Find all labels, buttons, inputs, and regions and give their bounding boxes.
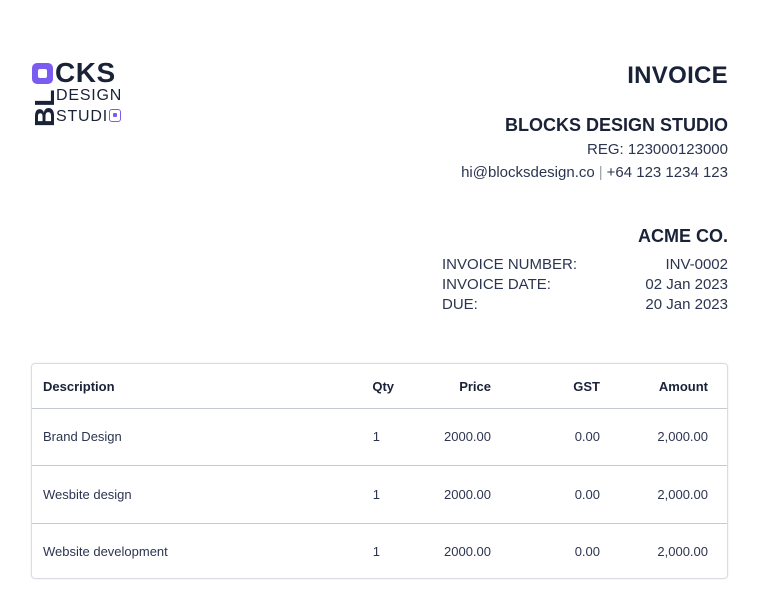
header-amount: Amount [658, 378, 708, 394]
contact-separator: | [598, 164, 603, 181]
cell-gst: 0.00 [574, 429, 600, 444]
header-gst: GST [573, 378, 600, 394]
company-email: hi@blocksdesign.co [461, 164, 595, 181]
company-contact: hi@blocksdesign.co | +64 123 1234 123 [461, 164, 728, 181]
invoice-meta: INVOICE NUMBER: INV-0002 INVOICE DATE: 0… [442, 255, 728, 315]
cell-description: Brand Design [43, 429, 122, 444]
logo-studio-label: STUDI [56, 108, 108, 125]
meta-value: INV-0002 [665, 256, 728, 273]
line-items-table: Description Qty Price GST Amount Brand D… [31, 363, 728, 579]
cell-amount: 2,000.00 [657, 429, 708, 444]
client-name: ACME CO. [638, 226, 728, 246]
meta-label: INVOICE NUMBER: [442, 256, 578, 273]
header-description: Description [43, 378, 115, 394]
meta-row-number: INVOICE NUMBER: INV-0002 [442, 255, 728, 275]
header-price: Price [459, 378, 491, 394]
cell-price: 2000.00 [444, 544, 491, 559]
logo-studio-text: STUDI [56, 109, 121, 125]
cell-price: 2000.00 [444, 487, 491, 502]
meta-value: 02 Jan 2023 [645, 276, 728, 293]
cell-description: Wesbite design [43, 487, 132, 502]
meta-row-date: INVOICE DATE: 02 Jan 2023 [442, 275, 728, 295]
table-row: Brand Design 1 2000.00 0.00 2,000.00 [32, 408, 727, 466]
cell-qty: 1 [372, 544, 380, 559]
cell-price: 2000.00 [444, 429, 491, 444]
cell-qty: 1 [372, 487, 380, 502]
meta-label: INVOICE DATE: [442, 276, 551, 293]
meta-value: 20 Jan 2023 [645, 296, 728, 313]
cell-amount: 2,000.00 [657, 487, 708, 502]
header-qty: Qty [372, 378, 394, 394]
table-header: Description Qty Price GST Amount [32, 364, 727, 409]
company-phone: +64 123 1234 123 [606, 164, 728, 181]
meta-row-due: DUE: 20 Jan 2023 [442, 295, 728, 315]
meta-label: DUE: [442, 296, 478, 313]
company-name: BLOCKS DESIGN STUDIO [504, 115, 728, 135]
cell-amount: 2,000.00 [657, 544, 708, 559]
cell-gst: 0.00 [574, 544, 600, 559]
logo-top-text: CKS [55, 57, 116, 88]
table-row: Website development 1 2000.00 0.00 2,000… [32, 524, 727, 579]
logo-vertical-text: BL [29, 89, 60, 127]
cell-gst: 0.00 [574, 487, 600, 502]
logo-o-icon [109, 109, 121, 122]
logo-block-icon [32, 63, 53, 84]
table-row: Wesbite design 1 2000.00 0.00 2,000.00 [32, 466, 727, 524]
cell-description: Website development [43, 544, 168, 559]
logo-design-text: DESIGN [56, 87, 123, 104]
company-reg: REG: 123000123000 [587, 141, 728, 158]
cell-qty: 1 [372, 429, 380, 444]
invoice-title: INVOICE [627, 62, 728, 89]
